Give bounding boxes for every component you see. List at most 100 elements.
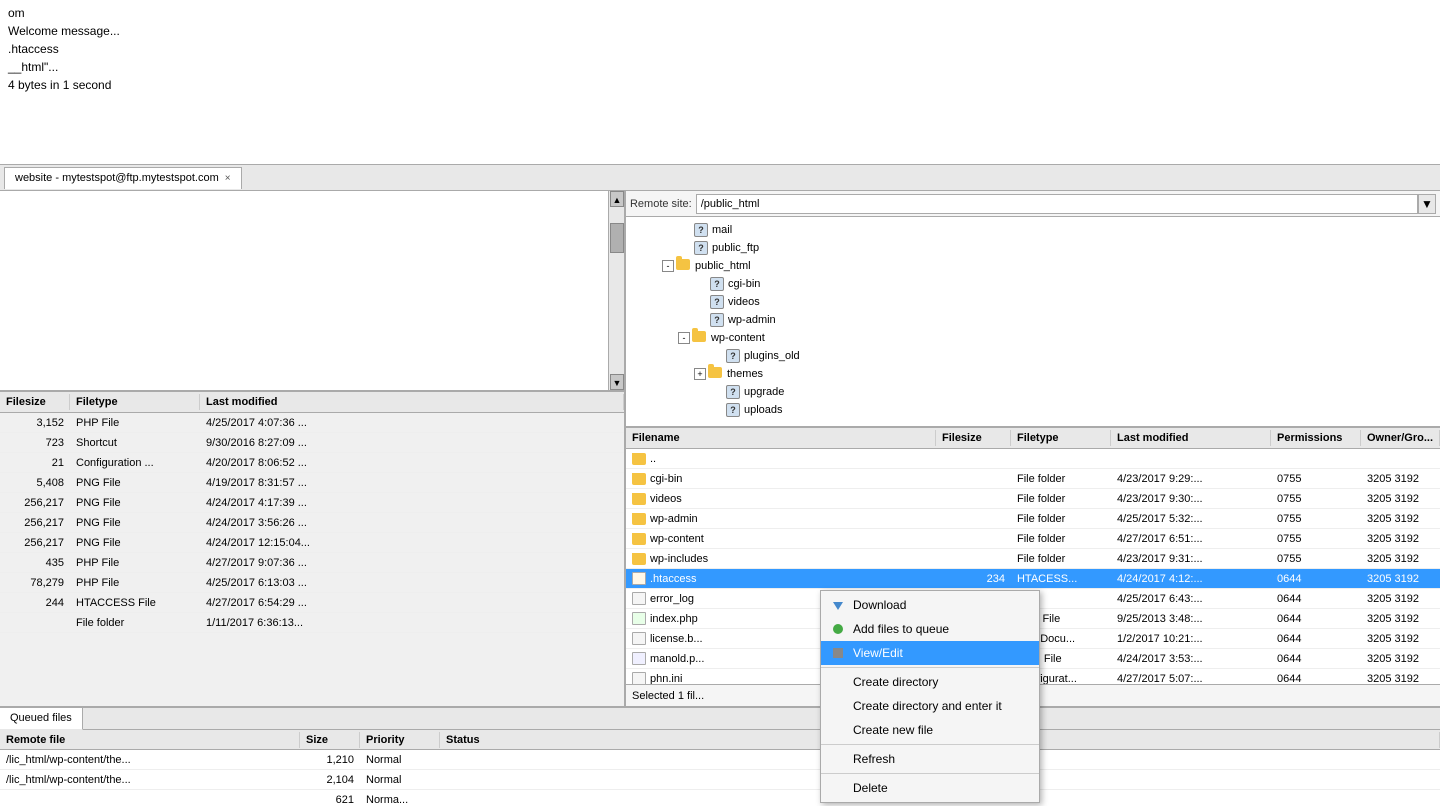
context-menu-separator xyxy=(821,667,1039,668)
tab-item-website[interactable]: website - mytestspot@ftp.mytestspot.com … xyxy=(4,167,242,189)
collapse-icon[interactable]: - xyxy=(678,332,690,344)
left-cell-type: Shortcut xyxy=(70,436,200,450)
right-table-row[interactable]: videos File folder 4/23/2017 9:30:... 07… xyxy=(626,489,1440,509)
tree-node-wp-admin[interactable]: ?wp-admin xyxy=(626,311,1440,329)
tree-node-public-html[interactable]: - public_html xyxy=(626,257,1440,275)
context-menu-item-create-directory[interactable]: Create directory xyxy=(821,670,1039,694)
rth-filename[interactable]: Filename xyxy=(626,430,936,446)
question-folder-icon: ? xyxy=(694,241,708,255)
context-menu-item-view-edit[interactable]: View/Edit xyxy=(821,641,1039,665)
right-cell-size xyxy=(936,498,1011,500)
right-tree: ?mail?public_ftp- public_html?cgi-bin?vi… xyxy=(626,217,1440,427)
right-table-row[interactable]: wp-includes File folder 4/23/2017 9:31:.… xyxy=(626,549,1440,569)
left-cell-size: 78,279 xyxy=(0,576,70,590)
left-cell-modified: 4/19/2017 8:31:57 ... xyxy=(200,476,624,490)
queue-row[interactable]: 621 Norma... xyxy=(0,790,1440,806)
rth-filetype[interactable]: Filetype xyxy=(1011,430,1111,446)
queue-tab[interactable]: Queued files xyxy=(0,708,83,730)
log-line-5: __html"... xyxy=(8,58,1432,76)
tree-node-public-ftp[interactable]: ?public_ftp xyxy=(626,239,1440,257)
left-table-row[interactable]: 256,217 PNG File 4/24/2017 12:15:04... xyxy=(0,533,624,553)
left-cell-modified: 4/27/2017 6:54:29 ... xyxy=(200,596,624,610)
tree-node-mail[interactable]: ?mail xyxy=(626,221,1440,239)
th-lastmodified[interactable]: Last modified xyxy=(200,394,624,410)
left-table-row[interactable]: 723 Shortcut 9/30/2016 8:27:09 ... xyxy=(0,433,624,453)
context-menu-item-delete[interactable]: Delete xyxy=(821,776,1039,800)
right-table-row[interactable]: cgi-bin File folder 4/23/2017 9:29:... 0… xyxy=(626,469,1440,489)
right-cell-owner: 3205 3192 xyxy=(1361,532,1440,546)
context-menu-item-create-directory-and-enter-it[interactable]: Create directory and enter it xyxy=(821,694,1039,718)
left-scrollbar[interactable]: ▲ ▼ xyxy=(608,191,624,390)
rth-permissions[interactable]: Permissions xyxy=(1271,430,1361,446)
left-table-row[interactable]: 21 Configuration ... 4/20/2017 8:06:52 .… xyxy=(0,453,624,473)
context-menu-item-add-files-to-queue[interactable]: Add files to queue xyxy=(821,617,1039,641)
log-line-1: om xyxy=(8,4,1432,22)
context-menu-item-download[interactable]: Download xyxy=(821,593,1039,617)
tab-close-button[interactable]: × xyxy=(225,173,231,184)
left-tree-area: ▲ ▼ xyxy=(0,191,624,391)
queue-cell-priority: Norma... xyxy=(360,793,440,806)
folder-file-icon xyxy=(632,533,646,545)
expand-icon[interactable]: + xyxy=(694,368,706,380)
left-table-row[interactable]: 435 PHP File 4/27/2017 9:07:36 ... xyxy=(0,553,624,573)
left-table-row[interactable]: File folder 1/11/2017 6:36:13... xyxy=(0,613,624,633)
rth-owner[interactable]: Owner/Gro... xyxy=(1361,430,1440,446)
th-filetype[interactable]: Filetype xyxy=(70,394,200,410)
tree-node-label: upgrade xyxy=(744,386,784,398)
tree-node-cgi-bin[interactable]: ?cgi-bin xyxy=(626,275,1440,293)
left-table-row[interactable]: 5,408 PNG File 4/19/2017 8:31:57 ... xyxy=(0,473,624,493)
right-table-row[interactable]: .htaccess 234 HTACESS... 4/24/2017 4:12:… xyxy=(626,569,1440,589)
question-folder-icon: ? xyxy=(726,385,740,399)
left-cell-type: File folder xyxy=(70,616,200,630)
queue-icon xyxy=(829,620,847,638)
rth-filesize[interactable]: Filesize xyxy=(936,430,1011,446)
left-table-row[interactable]: 256,217 PNG File 4/24/2017 4:17:39 ... xyxy=(0,493,624,513)
tree-node-upgrade[interactable]: ? upgrade xyxy=(626,383,1440,401)
right-table-row[interactable]: wp-content File folder 4/27/2017 6:51:..… xyxy=(626,529,1440,549)
left-pane: ▲ ▼ Filesize Filetype Last modified 3,15… xyxy=(0,191,626,706)
tree-node-uploads[interactable]: ?uploads xyxy=(626,401,1440,419)
php-file-icon xyxy=(632,612,646,625)
queue-row[interactable]: /lic_html/wp-content/the... 2,104 Normal xyxy=(0,770,1440,790)
right-cell-perm: 0755 xyxy=(1271,472,1361,486)
log-line-6: 4 bytes in 1 second xyxy=(8,76,1432,94)
right-table-row[interactable]: wp-admin File folder 4/25/2017 5:32:... … xyxy=(626,509,1440,529)
left-cell-size: 256,217 xyxy=(0,496,70,510)
tree-node-themes[interactable]: + themes xyxy=(626,365,1440,383)
left-table-row[interactable]: 78,279 PHP File 4/25/2017 6:13:03 ... xyxy=(0,573,624,593)
tree-node-label: themes xyxy=(727,368,763,380)
left-table-header: Filesize Filetype Last modified xyxy=(0,391,624,413)
tree-node-plugins-old[interactable]: ?plugins_old xyxy=(626,347,1440,365)
qth-remote: Remote file xyxy=(0,732,300,748)
queue-cell-remote: /lic_html/wp-content/the... xyxy=(0,773,300,787)
context-menu-item-create-new-file[interactable]: Create new file xyxy=(821,718,1039,742)
remote-path-dropdown[interactable]: ▼ xyxy=(1418,194,1436,214)
right-cell-owner: 3205 3192 xyxy=(1361,632,1440,646)
th-filesize[interactable]: Filesize xyxy=(0,394,70,410)
folder-file-icon xyxy=(632,453,646,465)
tree-node-label: plugins_old xyxy=(744,350,800,362)
queue-cell-size: 621 xyxy=(300,793,360,806)
rth-lastmodified[interactable]: Last modified xyxy=(1111,430,1271,446)
right-cell-perm: 0644 xyxy=(1271,572,1361,586)
left-table-row[interactable]: 256,217 PNG File 4/24/2017 3:56:26 ... xyxy=(0,513,624,533)
right-cell-owner: 3205 3192 xyxy=(1361,552,1440,566)
right-cell-modified: 4/23/2017 9:29:... xyxy=(1111,472,1271,486)
tree-node-videos[interactable]: ?videos xyxy=(626,293,1440,311)
left-table-row[interactable]: 3,152 PHP File 4/25/2017 4:07:36 ... xyxy=(0,413,624,433)
left-table-row[interactable]: 244 HTACCESS File 4/27/2017 6:54:29 ... xyxy=(0,593,624,613)
tree-node-label: wp-admin xyxy=(728,314,776,326)
left-file-table: Filesize Filetype Last modified 3,152 PH… xyxy=(0,391,624,706)
queue-table-header: Remote file Size Priority Status xyxy=(0,730,1440,750)
left-cell-modified: 4/24/2017 4:17:39 ... xyxy=(200,496,624,510)
context-menu-item-refresh[interactable]: Refresh xyxy=(821,747,1039,771)
left-cell-size: 256,217 xyxy=(0,516,70,530)
remote-path-input[interactable] xyxy=(696,194,1418,214)
tree-node-wp-content[interactable]: - wp-content xyxy=(626,329,1440,347)
txt-file-icon xyxy=(632,632,646,645)
collapse-icon[interactable]: - xyxy=(662,260,674,272)
right-cell-owner: 3205 3192 xyxy=(1361,492,1440,506)
queue-row[interactable]: /lic_html/wp-content/the... 1,210 Normal xyxy=(0,750,1440,770)
right-table-row[interactable]: .. xyxy=(626,449,1440,469)
right-cell-modified: 4/24/2017 3:53:... xyxy=(1111,652,1271,666)
